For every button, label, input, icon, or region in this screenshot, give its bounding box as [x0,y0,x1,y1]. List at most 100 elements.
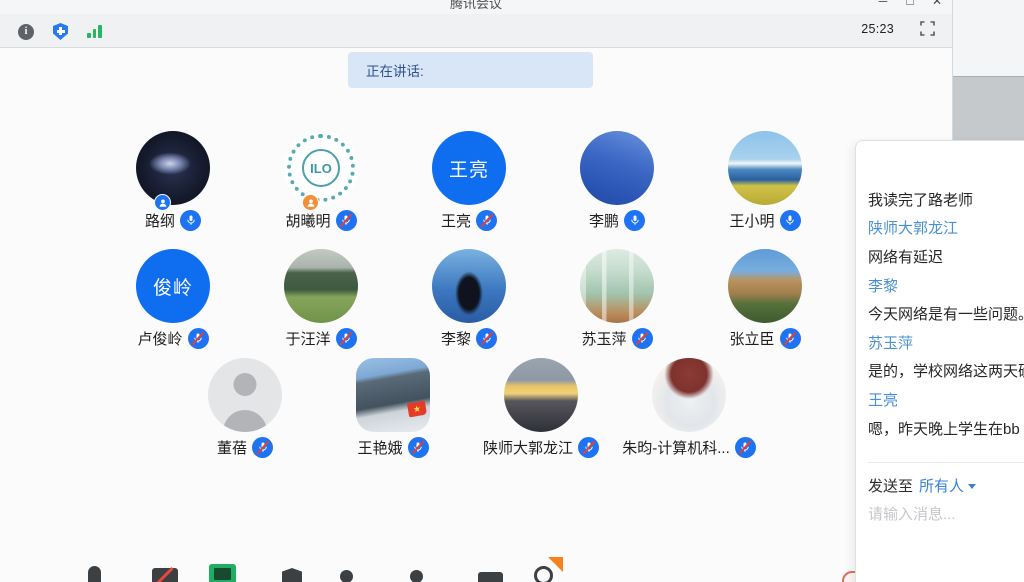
send-to-dropdown[interactable]: 所有人 [919,475,976,496]
participant-name: 王小明 [729,210,774,231]
send-to-label: 发送至 [868,475,913,496]
speaking-label: 正在讲话: [366,60,424,80]
participant-tile[interactable]: 陕师大郭龙江 [467,358,615,458]
mic-muted-icon [476,328,497,349]
meeting-main-window: 腾讯会议 ─ □ ✕ i 25:23 正在讲话: 路纲ILO胡曦明王亮王亮李鹏王… [0,0,953,582]
mic-on-icon [180,210,201,231]
mic-muted-icon [476,210,497,231]
mic-muted-icon [632,328,653,349]
mic-muted-icon [336,210,357,231]
chat-sender-name: 陕师大郭龙江 [868,214,1024,243]
mic-muted-icon [336,328,357,349]
meeting-statusbar: i 25:23 [0,14,952,48]
participant-tile[interactable]: 苏玉萍 [543,249,691,349]
participant-tile[interactable]: ILO 胡曦明 [247,131,395,231]
window-title: 腾讯会议 [450,0,502,12]
chat-message-text: 嗯，昨天晚上学生在bb [868,414,1024,443]
maximize-icon[interactable]: □ [903,0,917,8]
speaking-banner: 正在讲话: [348,52,593,88]
participant-avatar: 俊岭 [136,249,210,323]
participant-name: 陕师大郭龙江 [483,437,573,458]
info-icon[interactable]: i [18,24,34,40]
chat-messages[interactable]: 我读完了路老师陕师大郭龙江网络有延迟李黎今天网络是有一些问题。苏玉萍是的，学校网… [868,141,1024,442]
participant-name: 于汪洋 [285,328,330,349]
chat-message-text: 网络有延迟 [868,242,1024,271]
participant-row-3: 董蓓 ★王艳娥陕师大郭龙江 朱昀-计算机科... [171,358,763,458]
send-to-value: 所有人 [919,475,964,496]
participant-tile[interactable]: 俊岭卢俊岭 [99,249,247,349]
mic-muted-icon [780,328,801,349]
mute-button[interactable] [88,566,101,582]
chat-sender-name: 李黎 [868,271,1024,300]
chat-button[interactable] [478,572,503,582]
participant-name: 胡曦明 [285,210,330,231]
participant-tile[interactable]: 路纲 [99,131,247,231]
participant-tile[interactable]: 于汪洋 [247,249,395,349]
chat-panel: 我读完了路老师陕师大郭龙江网络有延迟李黎今天网络是有一些问题。苏玉萍是的，学校网… [855,140,1024,582]
participant-tile[interactable]: 李黎 [395,249,543,349]
chevron-down-icon [968,484,976,489]
host-person-badge-icon [302,194,319,211]
participants-button[interactable] [340,570,353,582]
participant-avatar [356,358,430,432]
network-signal-icon[interactable] [87,25,102,38]
participant-avatar [284,249,358,323]
participant-name: 路纲 [145,210,175,231]
mic-muted-icon [408,437,429,458]
share-screen-button[interactable] [209,564,236,582]
mic-on-icon [780,210,801,231]
participant-avatar: 王亮 [432,131,506,205]
meeting-timer: 25:23 [861,22,894,36]
participant-avatar [208,358,282,432]
mic-muted-icon [252,437,273,458]
participant-name: 张立臣 [729,328,774,349]
participant-tile[interactable]: 李鹏 [543,131,691,231]
record-button[interactable] [534,566,553,582]
participant-name: 朱昀-计算机科... [622,437,730,458]
close-icon[interactable]: ✕ [930,0,944,8]
meeting-screen: 腾讯会议 ─ □ ✕ i 25:23 正在讲话: 路纲ILO胡曦明王亮王亮李鹏王… [0,0,1024,582]
participant-tile[interactable]: ★王艳娥 [319,358,467,458]
participant-row-2: 俊岭卢俊岭于汪洋 李黎 苏玉萍 张立臣 [99,249,839,349]
members-button[interactable] [410,570,423,582]
participant-name: 苏玉萍 [581,328,626,349]
participant-tile[interactable]: 王亮王亮 [395,131,543,231]
chat-sender-name: 苏玉萍 [868,328,1024,357]
camera-off-button[interactable] [152,568,178,582]
participant-name: 王艳娥 [357,437,402,458]
host-person-badge-icon [154,194,171,211]
chat-input[interactable]: 请输入消息... [868,503,1024,524]
window-titlebar: 腾讯会议 ─ □ ✕ [0,0,952,14]
shield-plus-icon[interactable] [53,23,68,40]
fullscreen-icon[interactable] [920,21,935,36]
participant-name: 李黎 [441,328,471,349]
participant-avatar: ILO [284,131,358,205]
participant-avatar [136,131,210,205]
participant-tile[interactable]: 张立臣 [691,249,839,349]
chat-message-text: 是的，学校网络这两天确 [868,357,1024,386]
mic-muted-icon [735,437,756,458]
participant-name: 董蓓 [217,437,247,458]
mic-muted-icon [578,437,599,458]
participant-tile[interactable]: 董蓓 [171,358,319,458]
security-button[interactable] [282,568,302,582]
participant-tile[interactable]: 王小明 [691,131,839,231]
participant-avatar [652,358,726,432]
participant-tile[interactable]: 朱昀-计算机科... [615,358,763,458]
participant-name: 李鹏 [589,210,619,231]
participant-avatar [580,249,654,323]
participant-row-1: 路纲ILO胡曦明王亮王亮李鹏王小明 [99,131,839,231]
minimize-icon[interactable]: ─ [876,0,890,8]
participant-name: 王亮 [441,210,471,231]
mic-muted-icon [188,328,209,349]
participant-avatar [728,131,802,205]
participant-avatar [580,131,654,205]
participant-avatar [728,249,802,323]
chat-sender-name: 王亮 [868,385,1024,414]
chat-divider [868,462,1024,463]
chat-message-text: 我读完了路老师 [868,185,1024,214]
mic-on-icon [624,210,645,231]
chat-message-text: 今天网络是有一些问题。 [868,299,1024,328]
participant-avatar [432,249,506,323]
background-window [953,0,1024,76]
